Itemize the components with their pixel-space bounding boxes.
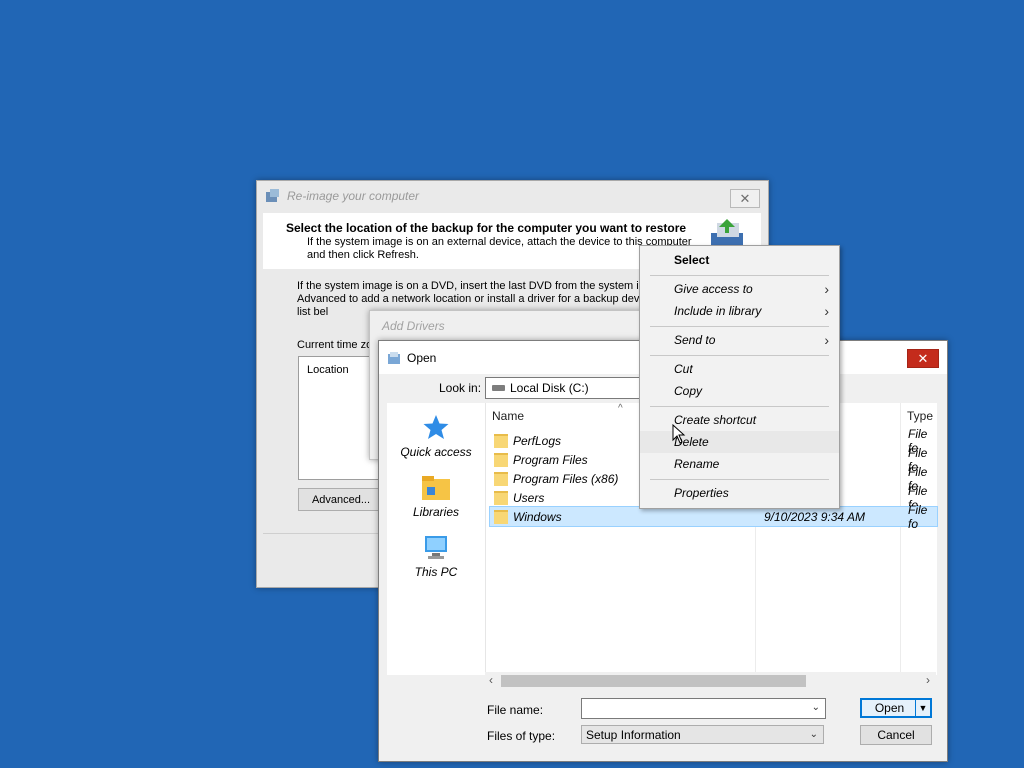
file-row-selected[interactable]: Windows 9/10/2023 9:34 AM File fo (489, 503, 938, 531)
location-column-header[interactable]: Location (307, 364, 349, 376)
open-dialog-icon (388, 351, 400, 364)
file-name-input[interactable]: ⌄ (581, 698, 826, 719)
drive-icon (492, 385, 505, 391)
chevron-right-icon: › (824, 281, 829, 297)
file-name-label: File name: (487, 703, 544, 717)
menu-item-label: Cut (674, 362, 693, 376)
open-close-button[interactable]: ✕ (907, 349, 939, 368)
file-date: 9/10/2023 9:34 AM (764, 509, 865, 524)
name-column-header[interactable]: Name (492, 409, 524, 423)
mouse-cursor-icon (672, 424, 686, 444)
libraries-icon (422, 476, 450, 500)
folder-icon (494, 471, 508, 486)
menu-item-select[interactable]: Select (640, 249, 839, 271)
place-label: This PC (414, 565, 458, 579)
chevron-right-icon: › (824, 303, 829, 319)
file-type: File fo (908, 502, 928, 531)
menu-item-include-library[interactable]: Include in library › (640, 300, 839, 322)
menu-item-cut[interactable]: Cut (640, 358, 839, 380)
menu-item-label: Send to (674, 333, 716, 347)
chevron-down-icon[interactable]: ⌄ (810, 729, 818, 740)
folder-icon (494, 433, 508, 448)
menu-item-create-shortcut[interactable]: Create shortcut (640, 409, 839, 431)
menu-item-give-access[interactable]: Give access to › (640, 278, 839, 300)
look-in-label: Look in: (439, 381, 482, 395)
menu-item-label: Copy (674, 384, 703, 398)
place-quick-access[interactable]: Quick access (387, 413, 485, 459)
look-in-value: Local Disk (C:) (510, 381, 589, 395)
advanced-button[interactable]: Advanced... (298, 488, 384, 511)
sort-ascending-icon: ^ (618, 403, 623, 414)
chevron-down-icon[interactable]: ⌄ (812, 702, 820, 713)
place-label: Quick access (400, 445, 472, 459)
menu-separator (650, 326, 829, 327)
backup-icon (266, 189, 279, 202)
menu-item-delete[interactable]: Delete (640, 431, 839, 453)
look-in-combo[interactable]: Local Disk (C:) (485, 377, 647, 399)
menu-item-copy[interactable]: Copy (640, 380, 839, 402)
place-libraries[interactable]: Libraries (387, 475, 485, 519)
horizontal-scrollbar[interactable]: ‹ › (485, 672, 936, 689)
menu-item-properties[interactable]: Properties (640, 482, 839, 504)
scroll-thumb[interactable] (501, 675, 806, 687)
places-bar: Quick access Libraries This PC (387, 403, 485, 675)
place-label: Libraries (412, 505, 460, 519)
scroll-right-icon[interactable]: › (926, 673, 930, 687)
menu-separator (650, 406, 829, 407)
computer-icon (425, 536, 447, 559)
open-button[interactable]: Open ▼ (860, 698, 932, 718)
menu-separator (650, 275, 829, 276)
menu-separator (650, 355, 829, 356)
reimage-titlebar[interactable]: Re-image your computer (257, 181, 768, 211)
menu-item-label: Create shortcut (674, 413, 757, 427)
menu-item-label: Select (674, 253, 710, 267)
files-of-type-select[interactable]: Setup Information ⌄ (581, 725, 824, 744)
menu-separator (650, 479, 829, 480)
folder-icon (494, 509, 508, 524)
chevron-right-icon: › (824, 332, 829, 348)
scroll-left-icon[interactable]: ‹ (489, 673, 493, 687)
reimage-title: Re-image your computer (287, 189, 420, 203)
files-of-type-value: Setup Information (586, 727, 681, 742)
cancel-button[interactable]: Cancel (860, 725, 932, 745)
reimage-close-button[interactable]: ✕ (730, 189, 760, 208)
folder-icon (494, 452, 508, 467)
menu-item-label: Rename (674, 457, 720, 471)
add-drivers-title: Add Drivers (382, 319, 445, 333)
open-button-label: Open (874, 701, 905, 715)
menu-item-label: Properties (674, 486, 729, 500)
file-name: Windows (513, 509, 562, 524)
open-dropdown-icon[interactable]: ▼ (915, 700, 930, 716)
context-menu: Select Give access to › Include in libra… (639, 245, 840, 509)
star-icon (423, 415, 449, 439)
menu-item-send-to[interactable]: Send to › (640, 329, 839, 351)
place-this-pc[interactable]: This PC (387, 535, 485, 579)
files-of-type-label: Files of type: (487, 729, 556, 743)
reimage-header-title: Select the location of the backup for th… (286, 221, 687, 235)
menu-item-rename[interactable]: Rename (640, 453, 839, 475)
folder-icon (494, 490, 508, 505)
menu-item-label: Include in library (674, 304, 762, 318)
menu-item-label: Give access to (674, 282, 753, 296)
type-column-header[interactable]: Type (907, 409, 933, 423)
timezone-label: Current time zo (297, 339, 373, 351)
open-title: Open (407, 350, 437, 365)
